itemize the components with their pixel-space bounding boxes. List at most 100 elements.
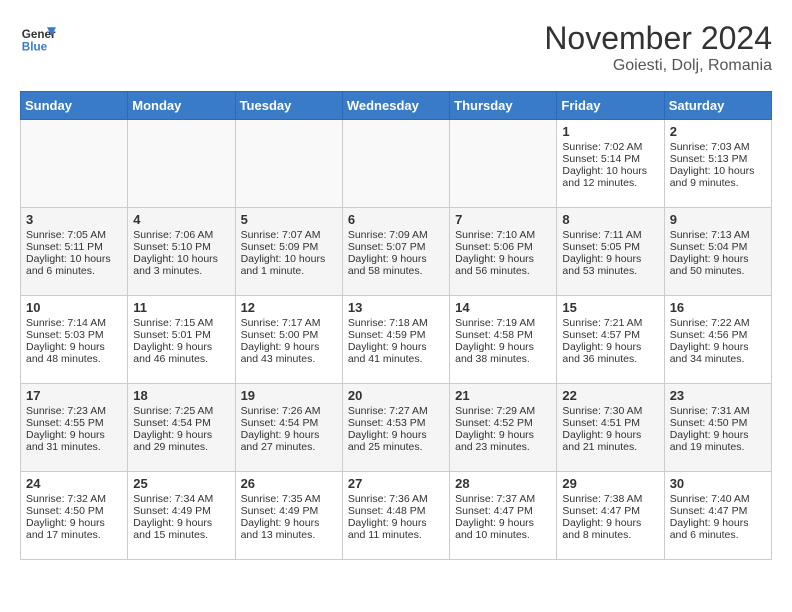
calendar-cell xyxy=(450,120,557,208)
calendar-cell: 22Sunrise: 7:30 AMSunset: 4:51 PMDayligh… xyxy=(557,384,664,472)
day-number: 21 xyxy=(455,388,551,403)
calendar-cell: 4 Sunrise: 7:06 AMSunset: 5:10 PMDaylight… xyxy=(128,208,235,296)
day-info: Daylight: 9 hours and 19 minutes. xyxy=(670,429,766,453)
calendar-cell: 6Sunrise: 7:09 AMSunset: 5:07 PMDaylight… xyxy=(342,208,449,296)
title-block: November 2024 Goiesti, Dolj, Romania xyxy=(544,20,772,75)
day-info: Sunset: 4:51 PM xyxy=(562,417,658,429)
day-number: 23 xyxy=(670,388,766,403)
day-info: Sunset: 4:53 PM xyxy=(348,417,444,429)
day-info: Sunset: 5:00 PM xyxy=(241,329,337,341)
day-info: Sunset: 4:48 PM xyxy=(348,505,444,517)
day-number: 15 xyxy=(562,300,658,315)
day-info: Sunrise: 7:21 AM xyxy=(562,317,658,329)
day-info: Sunrise: 7:27 AM xyxy=(348,405,444,417)
day-number: 19 xyxy=(241,388,337,403)
day-info: Sunrise: 7:06 AM xyxy=(133,229,229,241)
day-info: Daylight: 9 hours and 29 minutes. xyxy=(133,429,229,453)
day-info: Sunrise: 7:18 AM xyxy=(348,317,444,329)
day-info: Daylight: 9 hours and 8 minutes. xyxy=(562,517,658,541)
day-info: Sunset: 4:54 PM xyxy=(241,417,337,429)
day-number: 4 xyxy=(133,212,229,227)
calendar-cell: 13Sunrise: 7:18 AMSunset: 4:59 PMDayligh… xyxy=(342,296,449,384)
day-info: Sunrise: 7:40 AM xyxy=(670,493,766,505)
calendar-cell: 2Sunrise: 7:03 AMSunset: 5:13 PMDaylight… xyxy=(664,120,771,208)
day-info: Sunset: 5:03 PM xyxy=(26,329,122,341)
day-info: Daylight: 10 hours and 12 minutes. xyxy=(562,165,658,189)
day-info: Sunset: 4:56 PM xyxy=(670,329,766,341)
calendar-week-row: 1Sunrise: 7:02 AMSunset: 5:14 PMDaylight… xyxy=(21,120,772,208)
weekday-header-wednesday: Wednesday xyxy=(342,92,449,120)
day-info: Sunrise: 7:09 AM xyxy=(348,229,444,241)
calendar-cell: 5Sunrise: 7:07 AMSunset: 5:09 PMDaylight… xyxy=(235,208,342,296)
day-info: Sunrise: 7:07 AM xyxy=(241,229,337,241)
day-info: Sunset: 4:57 PM xyxy=(562,329,658,341)
day-number: 2 xyxy=(670,124,766,139)
calendar-cell: 1Sunrise: 7:02 AMSunset: 5:14 PMDaylight… xyxy=(557,120,664,208)
day-info: Sunset: 5:05 PM xyxy=(562,241,658,253)
day-info: Sunset: 5:09 PM xyxy=(241,241,337,253)
calendar-cell: 20Sunrise: 7:27 AMSunset: 4:53 PMDayligh… xyxy=(342,384,449,472)
calendar-week-row: 10 Sunrise: 7:14 AMSunset: 5:03 PM Dayligh… xyxy=(21,296,772,384)
day-info: Daylight: 9 hours and 6 minutes. xyxy=(670,517,766,541)
weekday-header-friday: Friday xyxy=(557,92,664,120)
weekday-header-saturday: Saturday xyxy=(664,92,771,120)
calendar-cell: 21Sunrise: 7:29 AMSunset: 4:52 PMDayligh… xyxy=(450,384,557,472)
day-info: Sunrise: 7:13 AM xyxy=(670,229,766,241)
logo: General Blue xyxy=(20,20,56,56)
calendar-cell: 17 Sunrise: 7:23 AMSunset: 4:55 PMDayligh… xyxy=(21,384,128,472)
calendar-cell: 9Sunrise: 7:13 AMSunset: 5:04 PMDaylight… xyxy=(664,208,771,296)
month-title: November 2024 xyxy=(544,20,772,57)
day-info: Daylight: 9 hours and 36 minutes. xyxy=(562,341,658,365)
day-number: 8 xyxy=(562,212,658,227)
day-info: Daylight: 9 hours and 34 minutes. xyxy=(670,341,766,365)
day-info: Daylight: 10 hours and 3 minutes. xyxy=(133,253,229,277)
weekday-header-sunday: Sunday xyxy=(21,92,128,120)
day-number: 12 xyxy=(241,300,337,315)
calendar-cell: 26Sunrise: 7:35 AMSunset: 4:49 PMDayligh… xyxy=(235,472,342,560)
calendar-week-row: 24Sunrise: 7:32 AMSunset: 4:50 PMDayligh… xyxy=(21,472,772,560)
calendar-header: SundayMondayTuesdayWednesdayThursdayFrid… xyxy=(21,92,772,120)
day-number: 17 xyxy=(26,388,122,403)
day-info: Sunrise: 7:34 AM xyxy=(133,493,229,505)
day-info: Sunset: 4:58 PM xyxy=(455,329,551,341)
day-number: 5 xyxy=(241,212,337,227)
day-number: 26 xyxy=(241,476,337,491)
calendar-cell: 30Sunrise: 7:40 AMSunset: 4:47 PMDayligh… xyxy=(664,472,771,560)
day-info: Daylight: 9 hours and 21 minutes. xyxy=(562,429,658,453)
day-number: 9 xyxy=(670,212,766,227)
day-info: Sunset: 5:13 PM xyxy=(670,153,766,165)
day-info: Daylight: 9 hours and 10 minutes. xyxy=(455,517,551,541)
day-info: Daylight: 9 hours and 41 minutes. xyxy=(348,341,444,365)
day-info: Sunrise: 7:22 AM xyxy=(670,317,766,329)
calendar-cell: 3Sunrise: 7:05 AMSunset: 5:11 PMDaylight… xyxy=(21,208,128,296)
day-info: Sunset: 4:47 PM xyxy=(455,505,551,517)
day-info: Sunrise: 7:23 AM xyxy=(26,405,122,417)
page-header: General Blue November 2024 Goiesti, Dolj… xyxy=(20,20,772,75)
day-info: Sunset: 4:50 PM xyxy=(670,417,766,429)
day-info: Sunrise: 7:14 AM xyxy=(26,317,122,329)
day-info: Sunset: 5:11 PM xyxy=(26,241,122,253)
calendar-cell: 7Sunrise: 7:10 AMSunset: 5:06 PMDaylight… xyxy=(450,208,557,296)
calendar-cell xyxy=(21,120,128,208)
day-info: Sunset: 4:49 PM xyxy=(133,505,229,517)
day-number: 10 xyxy=(26,300,122,315)
day-info: Sunrise: 7:37 AM xyxy=(455,493,551,505)
day-info: Sunset: 5:07 PM xyxy=(348,241,444,253)
calendar-cell: 28 Sunrise: 7:37 AMSunset: 4:47 PMDayligh… xyxy=(450,472,557,560)
day-info: Sunset: 5:10 PM xyxy=(133,241,229,253)
day-number: 28 xyxy=(455,476,551,491)
day-info: Sunrise: 7:38 AM xyxy=(562,493,658,505)
day-number: 16 xyxy=(670,300,766,315)
day-info: Daylight: 9 hours and 31 minutes. xyxy=(26,429,122,453)
day-info: Sunrise: 7:02 AM xyxy=(562,141,658,153)
day-number: 30 xyxy=(670,476,766,491)
day-info: Sunrise: 7:17 AM xyxy=(241,317,337,329)
day-info: Sunrise: 7:11 AM xyxy=(562,229,658,241)
day-info: Sunrise: 7:05 AM xyxy=(26,229,122,241)
day-info: Sunrise: 7:36 AM xyxy=(348,493,444,505)
day-number: 3 xyxy=(26,212,122,227)
day-info: Sunrise: 7:35 AM xyxy=(241,493,337,505)
day-info: Sunset: 4:55 PM xyxy=(26,417,122,429)
weekday-header-monday: Monday xyxy=(128,92,235,120)
day-info: Sunset: 4:54 PM xyxy=(133,417,229,429)
